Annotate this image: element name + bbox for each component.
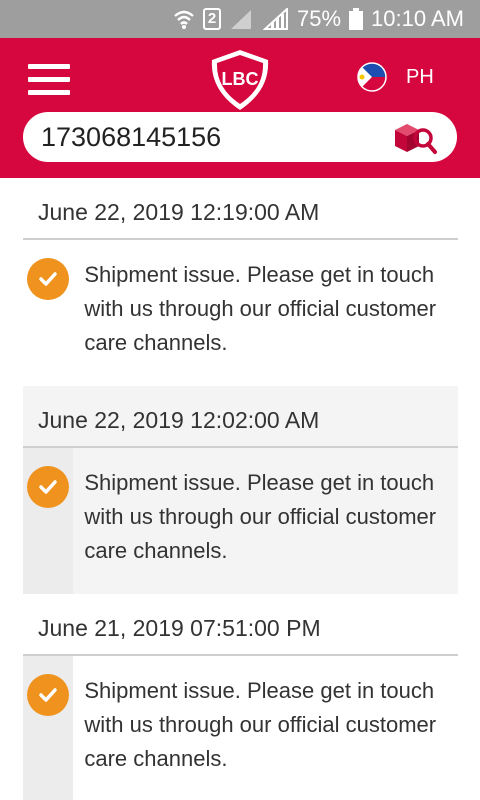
wifi-icon [173,8,195,30]
sim-badge-icon: 2 [203,8,221,30]
entry-date: June 21, 2019 07:51:00 PM [23,594,458,656]
clock: 10:10 AM [371,6,464,31]
entry-date: June 22, 2019 12:02:00 AM [23,386,458,448]
tracking-timeline: June 22, 2019 12:19:00 AM Shipment issue… [23,178,458,800]
timeline-entry: June 22, 2019 12:02:00 AM Shipment issue… [23,386,458,594]
entry-date: June 22, 2019 12:19:00 AM [23,178,458,240]
tracking-search-bar [23,112,457,162]
entry-message: Shipment issue. Please get in touch with… [84,678,437,771]
signal-icon [263,8,289,30]
entry-message: Shipment issue. Please get in touch with… [73,448,458,594]
timeline-entry: June 21, 2019 07:51:00 PM Shipment issue… [23,594,458,800]
battery-icon [349,8,364,30]
entry-body: Shipment issue. Please get in touch with… [23,240,458,386]
check-circle-icon [27,466,70,508]
lbc-logo: LBC [206,46,274,114]
timeline-entry: June 22, 2019 12:19:00 AM Shipment issue… [23,178,458,386]
logo-text: LBC [222,69,259,89]
country-code[interactable]: PH [406,66,434,89]
package-search-icon[interactable] [391,120,439,156]
entry-body: Shipment issue. Please get in touch with… [23,448,458,594]
signal-icon [229,8,255,30]
app-header: LBC PH [0,38,480,178]
menu-button[interactable] [28,64,70,96]
hamburger-icon [28,64,70,69]
check-circle-icon [27,674,70,716]
status-bar: 2 75% 10:10 AM [0,0,480,38]
entry-message: Shipment issue. Please get in touch with… [84,262,437,355]
tracking-number-input[interactable] [41,121,381,153]
philippines-flag-icon[interactable] [357,62,387,92]
check-circle-icon [27,258,70,300]
entry-body: Shipment issue. Please get in touch with… [23,656,458,800]
sim-badge: 2 [203,8,221,30]
battery-level: 75% [297,6,342,31]
